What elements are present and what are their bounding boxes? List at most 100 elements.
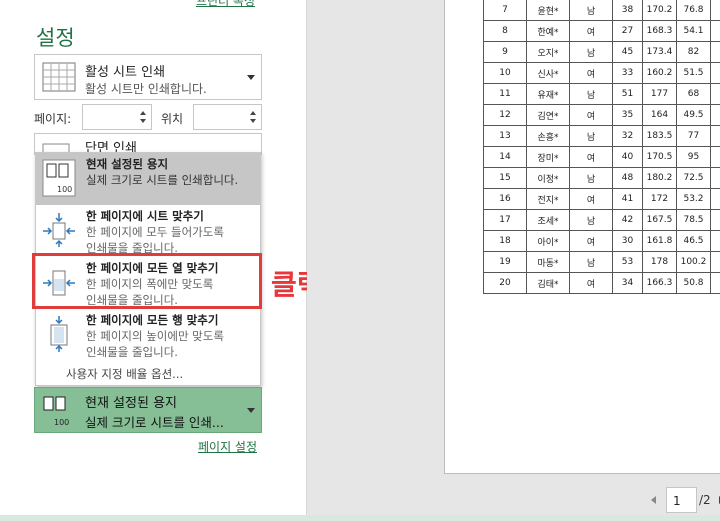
- table-cell: [710, 62, 720, 84]
- table-cell: 손흥*: [526, 125, 570, 147]
- scaling-dropdown[interactable]: 100 현재 설정된 용지 실제 크기로 시트를 인쇄...: [34, 387, 262, 433]
- table-cell: 12: [483, 104, 527, 126]
- table-cell: 46.5: [676, 230, 711, 252]
- table-cell: 남: [569, 83, 613, 105]
- table-cell: [710, 167, 720, 189]
- table-row: 14 장미* 여 40 170.5 95: [483, 146, 720, 168]
- table-row: 15 이정* 남 48 180.2 72.5: [483, 167, 720, 189]
- table-cell: 33: [612, 62, 643, 84]
- table-cell: [710, 0, 720, 21]
- table-cell: 41: [612, 188, 643, 210]
- desc-line: 한 페이지의 높이에만 맞도록: [86, 329, 224, 343]
- table-cell: 48: [612, 167, 643, 189]
- table-cell: 11: [483, 83, 527, 105]
- table-cell: 32: [612, 125, 643, 147]
- scaling-option-actual-size[interactable]: 100 현재 설정된 용지 실제 크기로 시트를 인쇄합니다.: [36, 153, 260, 205]
- actual-size-icon: 100: [43, 396, 69, 427]
- table-cell: [710, 251, 720, 273]
- table-cell: 170.2: [642, 0, 677, 21]
- desc-line: 인쇄물을 줄입니다.: [86, 345, 178, 359]
- table-row: 19 마동* 남 53 178 100.2: [483, 251, 720, 273]
- print-what-title: 활성 시트 인쇄: [85, 65, 166, 80]
- table-cell: 49.5: [676, 104, 711, 126]
- table-cell: 김연*: [526, 104, 570, 126]
- fit-rows-icon: [50, 316, 68, 352]
- pages-label: 페이지:: [34, 112, 72, 126]
- scaling-option-title: 한 페이지에 모든 행 맞추기: [86, 313, 219, 327]
- table-cell: 54.1: [676, 20, 711, 42]
- table-cell: 10: [483, 62, 527, 84]
- table-cell: 82: [676, 41, 711, 63]
- table-cell: 68: [676, 83, 711, 105]
- preview-page: 7 윤현* 남 38 170.2 76.8 8 한예* 여 27 168.3 54.1 9 오지* 남 45 1…: [444, 0, 720, 474]
- table-cell: 34: [612, 272, 643, 294]
- previous-page-icon[interactable]: [651, 496, 656, 504]
- print-what-dropdown[interactable]: 활성 시트 인쇄 활성 시트만 인쇄합니다.: [34, 54, 262, 100]
- scaling-option-desc: 실제 크기로 시트를 인쇄합니다.: [86, 173, 239, 187]
- page-number-input[interactable]: 1: [666, 487, 697, 513]
- table-cell: 14: [483, 146, 527, 168]
- print-what-desc: 활성 시트만 인쇄합니다.: [85, 82, 207, 96]
- table-cell: 78.5: [676, 209, 711, 231]
- table-cell: [710, 41, 720, 63]
- settings-title: 설정: [36, 26, 75, 50]
- table-cell: 53: [612, 251, 643, 273]
- table-cell: 45: [612, 41, 643, 63]
- svg-text:100: 100: [57, 185, 72, 194]
- table-cell: 아이*: [526, 230, 570, 252]
- pages-from-stepper[interactable]: [82, 104, 152, 130]
- table-cell: 마동*: [526, 251, 570, 273]
- table-cell: 17: [483, 209, 527, 231]
- table-cell: 여: [569, 104, 613, 126]
- spin-up-icon[interactable]: [140, 111, 146, 115]
- table-cell: 남: [569, 251, 613, 273]
- table-cell: 남: [569, 125, 613, 147]
- custom-scaling-options[interactable]: 사용자 지정 배율 옵션...: [66, 366, 183, 382]
- table-cell: 16: [483, 188, 527, 210]
- table-cell: 27: [612, 20, 643, 42]
- pages-to-label: 위치: [161, 112, 184, 126]
- table-cell: 38: [612, 0, 643, 21]
- pages-to-stepper[interactable]: [193, 104, 262, 130]
- table-cell: 30: [612, 230, 643, 252]
- table-cell: 50.8: [676, 272, 711, 294]
- scaling-option-desc: 한 페이지의 높이에만 맞도록 인쇄물을 줄입니다.: [86, 328, 224, 360]
- table-cell: 남: [569, 167, 613, 189]
- table-cell: [710, 83, 720, 105]
- spin-up-icon[interactable]: [250, 111, 256, 115]
- sheet-grid-icon: [42, 62, 76, 92]
- table-cell: [710, 272, 720, 294]
- table-cell: 조세*: [526, 209, 570, 231]
- table-row: 7 윤현* 남 38 170.2 76.8: [483, 0, 720, 21]
- table-row: 10 신사* 여 33 160.2 51.5: [483, 62, 720, 84]
- table-row: 9 오지* 남 45 173.4 82: [483, 41, 720, 63]
- page-setup-link[interactable]: 페이지 설정: [198, 438, 257, 455]
- table-cell: [710, 146, 720, 168]
- table-cell: 51: [612, 83, 643, 105]
- scaling-option-fit-rows[interactable]: 한 페이지에 모든 행 맞추기 한 페이지의 높이에만 맞도록 인쇄물을 줄입니…: [36, 309, 260, 361]
- table-cell: [710, 188, 720, 210]
- table-cell: 166.3: [642, 272, 677, 294]
- table-cell: 남: [569, 0, 613, 21]
- table-cell: 173.4: [642, 41, 677, 63]
- printer-properties-link[interactable]: 프린터 속성: [196, 0, 255, 9]
- spin-down-icon[interactable]: [250, 119, 256, 123]
- table-cell: [710, 20, 720, 42]
- table-row: 18 아이* 여 30 161.8 46.5: [483, 230, 720, 252]
- table-cell: 19: [483, 251, 527, 273]
- scaling-current-desc: 실제 크기로 시트를 인쇄...: [85, 415, 224, 430]
- table-cell: 160.2: [642, 62, 677, 84]
- table-cell: 여: [569, 62, 613, 84]
- spin-down-icon[interactable]: [140, 119, 146, 123]
- table-row: 20 김태* 여 34 166.3 50.8: [483, 272, 720, 294]
- table-row: 12 김연* 여 35 164 49.5: [483, 104, 720, 126]
- chevron-down-icon: [247, 408, 255, 413]
- table-cell: 15: [483, 167, 527, 189]
- fit-sheet-icon: [43, 213, 75, 247]
- table-cell: 168.3: [642, 20, 677, 42]
- actual-size-icon: 100: [42, 159, 76, 197]
- table-row: 13 손흥* 남 32 183.5 77: [483, 125, 720, 147]
- scaling-option-fit-sheet[interactable]: 한 페이지에 시트 맞추기 한 페이지에 모두 들어가도록 인쇄물을 줄입니다.: [36, 205, 260, 257]
- table-cell: 여: [569, 146, 613, 168]
- table-row: 11 유재* 남 51 177 68: [483, 83, 720, 105]
